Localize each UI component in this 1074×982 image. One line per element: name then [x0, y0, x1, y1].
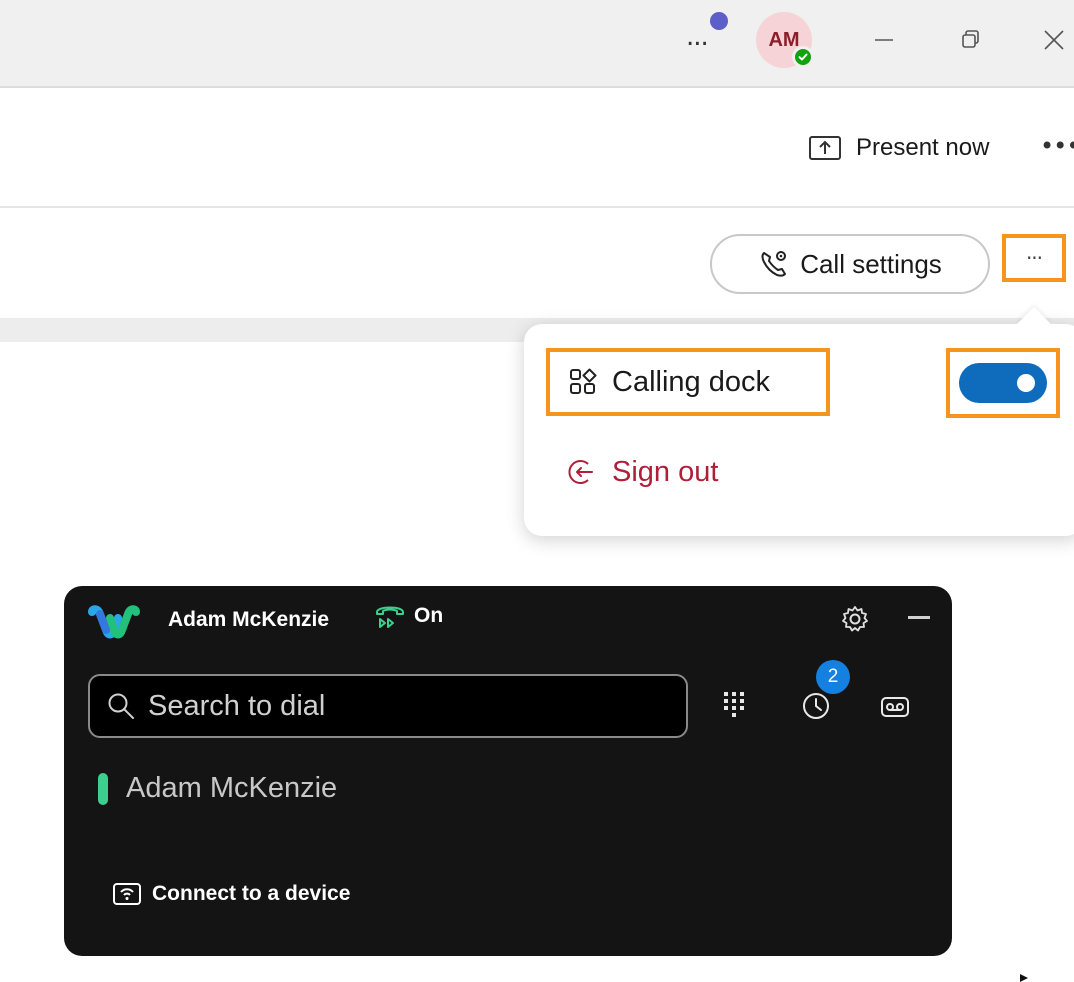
webex-logo-icon [88, 605, 140, 639]
dock-user-name: Adam McKenzie [168, 608, 330, 631]
more-options-button[interactable]: ... [686, 12, 728, 54]
share-screen-icon [809, 136, 841, 160]
gear-icon[interactable] [840, 604, 870, 634]
toggle-knob [1017, 374, 1035, 392]
line-name: Adam McKenzie [126, 772, 338, 804]
call-history-icon[interactable] [800, 690, 832, 722]
ellipsis-icon: ··· [1025, 246, 1043, 270]
minimize-window-button[interactable] [866, 22, 902, 58]
mouse-cursor-icon [1020, 974, 1028, 982]
phone-settings-icon [761, 251, 787, 277]
device-connect-icon [113, 883, 141, 905]
menu-item-sign-out[interactable]: Sign out [566, 450, 718, 494]
connect-device-label: Connect to a device [152, 882, 351, 905]
grid-apps-icon [570, 368, 597, 394]
line-selector[interactable]: Adam McKenzie [98, 772, 337, 805]
close-window-button[interactable] [1036, 22, 1072, 58]
calling-dock: Adam McKenzie On 2 [64, 586, 952, 956]
dialpad-icon[interactable] [722, 690, 750, 720]
meeting-toolbar: Present now ••• [0, 90, 1074, 208]
menu-item-calling-dock[interactable]: Calling dock [546, 348, 830, 416]
calling-dock-toggle-highlight [946, 348, 1060, 418]
call-controls-row: Call settings ··· [0, 210, 1074, 318]
call-forward-status[interactable]: On [374, 602, 443, 630]
restore-icon [962, 30, 979, 48]
call-forward-status-label: On [414, 604, 444, 627]
notification-dot [710, 12, 728, 30]
ellipsis-icon: ... [686, 22, 709, 52]
line-status-indicator [98, 772, 108, 805]
sign-out-label: Sign out [612, 455, 719, 488]
sign-out-icon [568, 460, 593, 484]
call-settings-label: Call settings [800, 248, 942, 279]
call-forward-icon [376, 606, 404, 628]
calling-dock-toggle[interactable] [959, 363, 1047, 403]
present-now-button[interactable]: Present now [808, 130, 989, 166]
voicemail-icon[interactable] [880, 696, 910, 718]
call-history-badge: 2 [816, 660, 850, 694]
presence-available-icon [792, 46, 814, 68]
search-icon [108, 693, 134, 719]
connect-device-button[interactable]: Connect to a device [112, 882, 350, 906]
avatar[interactable]: AM [756, 12, 814, 68]
restore-window-button[interactable] [952, 22, 988, 58]
calling-dock-label: Calling dock [612, 365, 770, 398]
title-bar: ... AM [0, 0, 1074, 88]
present-now-label: Present now [856, 134, 990, 161]
close-icon [1044, 30, 1064, 50]
call-settings-button[interactable]: Call settings [710, 234, 990, 294]
meeting-more-button[interactable]: ••• [1040, 132, 1074, 160]
dial-search-input[interactable] [148, 689, 668, 723]
dial-search-field[interactable] [88, 674, 688, 738]
call-more-options-button[interactable]: ··· [1002, 234, 1066, 282]
dock-minimize-button[interactable] [908, 616, 930, 619]
minimize-icon [875, 39, 893, 41]
